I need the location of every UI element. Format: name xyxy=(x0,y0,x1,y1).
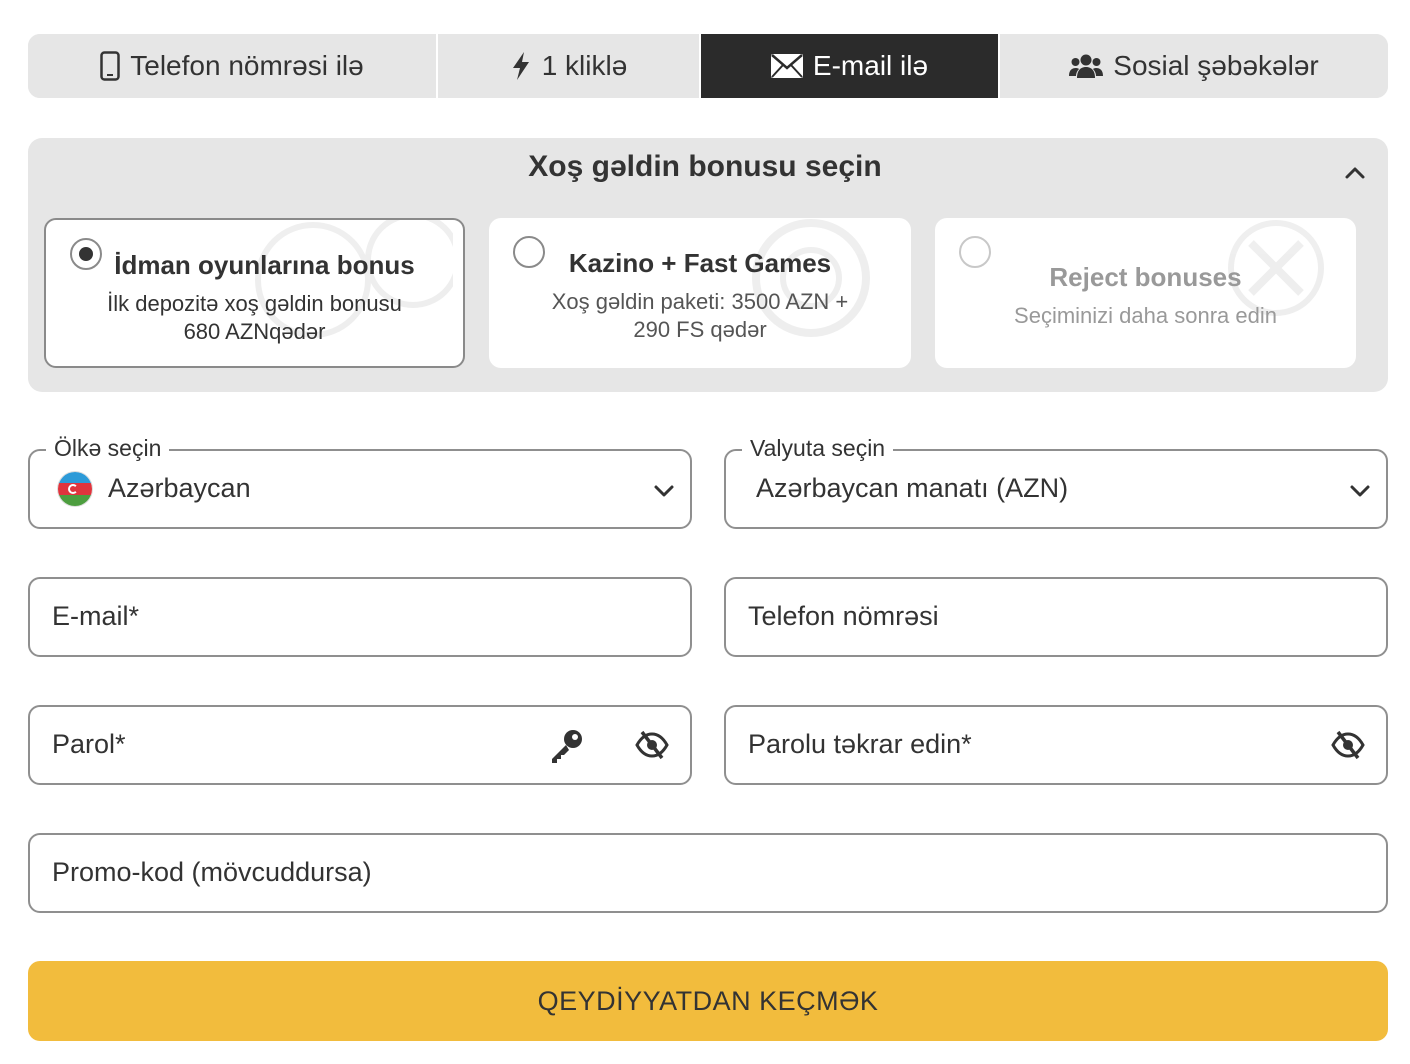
chevron-down-icon xyxy=(1346,477,1374,505)
tab-label: 1 kliklə xyxy=(541,50,628,81)
currency-select-label: Valyuta seçin xyxy=(742,435,894,462)
password-repeat-field[interactable]: Parolu təkrar edin* xyxy=(724,705,1388,785)
bonus-option-desc-line1: İlk depozitə xoş gəldin bonusu xyxy=(107,291,402,316)
currency-select-value: Azərbaycan manatı (AZN) xyxy=(756,473,1069,503)
chevron-up-icon[interactable] xyxy=(1340,158,1370,188)
country-select[interactable]: Ölkə seçin Azərbaycan xyxy=(28,435,692,529)
eye-slash-icon[interactable] xyxy=(634,729,670,766)
currency-select[interactable]: Valyuta seçin Azərbaycan manatı (AZN) xyxy=(724,435,1388,529)
envelope-icon xyxy=(770,54,803,78)
password-field[interactable]: Parol* xyxy=(28,705,692,785)
bonus-option-desc-line1: Xoş gəldin paketi: 3500 AZN + xyxy=(551,289,849,314)
chevron-down-icon xyxy=(650,477,678,505)
key-icon[interactable] xyxy=(548,727,586,770)
azerbaijan-flag-icon xyxy=(58,472,92,506)
country-select-label: Ölkə seçin xyxy=(46,435,170,462)
tab-email[interactable]: E-mail ilə xyxy=(701,34,1000,98)
bonus-option-title: İdman oyunlarına bonus xyxy=(114,250,415,280)
registration-method-tabs: Telefon nömrəsi ilə 1 kliklə E-mail ilə … xyxy=(28,34,1388,98)
close-icon xyxy=(1206,218,1346,368)
register-button[interactable]: QEYDİYYATDAN KEÇMƏK xyxy=(28,961,1388,1041)
bonus-option-sports[interactable]: İdman oyunlarına bonus İlk depozitə xoş … xyxy=(44,218,465,368)
tab-social[interactable]: Sosial şəbəkələr xyxy=(1000,34,1388,98)
tab-label: Sosial şəbəkələr xyxy=(1113,50,1319,81)
bonus-option-casino[interactable]: Kazino + Fast Games Xoş gəldin paketi: 3… xyxy=(489,218,911,368)
country-select-value: Azərbaycan xyxy=(108,473,251,503)
bonus-panel-title: Xoş gəldin bonusu seçin xyxy=(528,150,882,183)
phone-placeholder: Telefon nömrəsi xyxy=(748,601,939,631)
email-placeholder: E-mail* xyxy=(52,601,140,631)
phone-field[interactable]: Telefon nömrəsi xyxy=(724,577,1388,657)
eye-slash-icon[interactable] xyxy=(1330,729,1366,766)
email-field[interactable]: E-mail* xyxy=(28,577,692,657)
tab-label: Telefon nömrəsi ilə xyxy=(130,50,364,81)
password-repeat-placeholder: Parolu təkrar edin* xyxy=(748,729,972,759)
tab-phone[interactable]: Telefon nömrəsi ilə xyxy=(28,34,438,98)
lightning-icon xyxy=(510,51,532,81)
promo-code-placeholder: Promo-kod (mövcuddursa) xyxy=(52,857,372,887)
bonus-option-desc-line2: 290 FS qədər xyxy=(633,317,767,342)
registration-form: Telefon nömrəsi ilə 1 kliklə E-mail ilə … xyxy=(0,0,1410,1064)
password-placeholder: Parol* xyxy=(52,729,126,759)
bonus-option-title: Kazino + Fast Games xyxy=(568,248,832,278)
tab-one-click[interactable]: 1 kliklə xyxy=(438,34,701,98)
bonus-option-reject[interactable]: Reject bonuses Seçiminizi daha sonra edi… xyxy=(935,218,1356,368)
bonus-option-desc-line1: Seçiminizi daha sonra edin xyxy=(1014,303,1277,328)
users-icon xyxy=(1069,52,1104,80)
phone-icon xyxy=(100,51,121,81)
tab-label: E-mail ilə xyxy=(812,50,929,81)
bonus-option-title: Reject bonuses xyxy=(1049,262,1242,292)
promo-code-field[interactable]: Promo-kod (mövcuddursa) xyxy=(28,833,1388,913)
bonus-option-desc-line2: 680 AZNqədər xyxy=(183,319,326,344)
